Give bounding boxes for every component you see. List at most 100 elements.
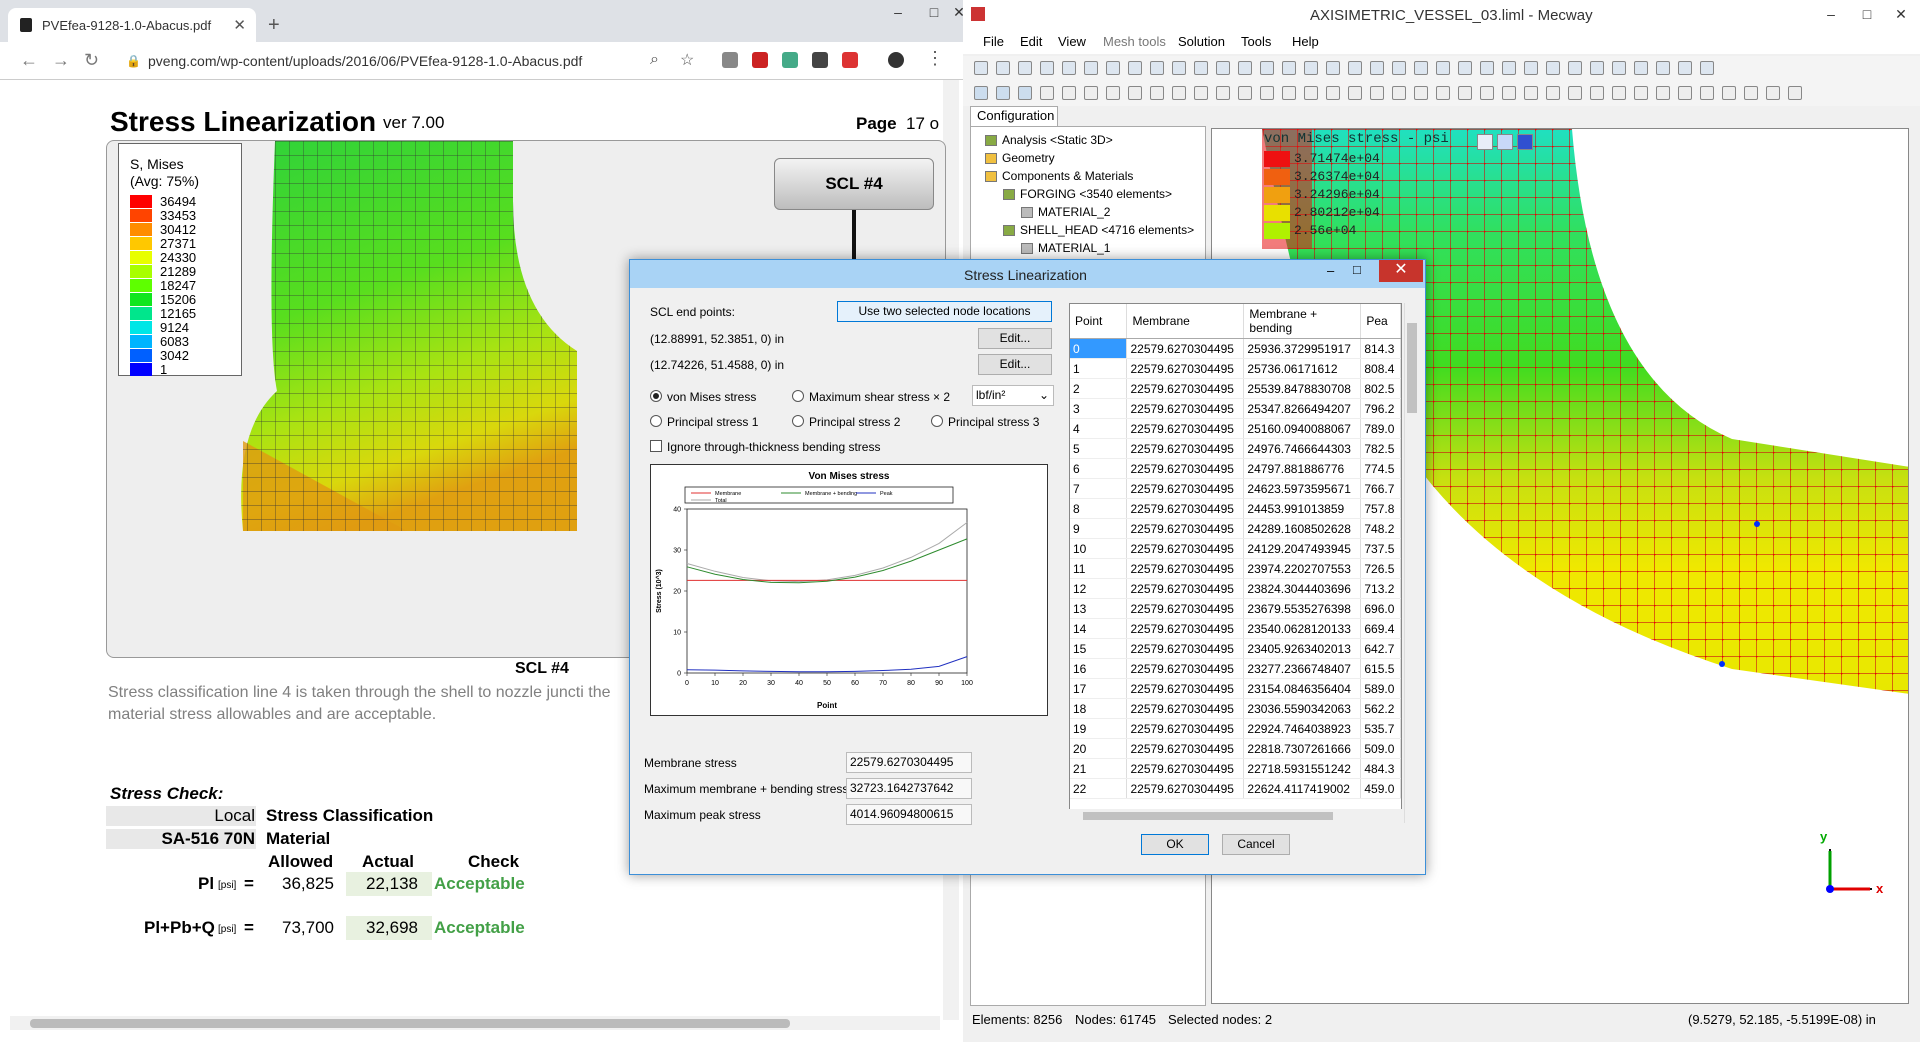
toolbar-tool-icon[interactable]: [1414, 61, 1428, 75]
toolbar-tool-icon[interactable]: [1282, 61, 1296, 75]
grid-cell[interactable]: 24797.881886776: [1243, 458, 1362, 479]
grid-cell[interactable]: 21: [1070, 758, 1128, 779]
toolbar-select-icon[interactable]: [1260, 86, 1274, 100]
dialog-maximize-button[interactable]: □: [1353, 262, 1361, 277]
grid-cell[interactable]: 22579.6270304495: [1126, 498, 1245, 519]
back-arrow-icon[interactable]: ←: [20, 50, 38, 71]
toolbar-select-icon[interactable]: [1128, 86, 1142, 100]
grid-column-header[interactable]: Membrane + bending: [1243, 304, 1362, 339]
grid-cell[interactable]: 11: [1070, 558, 1128, 579]
grid-cell[interactable]: 23974.2202707553: [1243, 558, 1362, 579]
toolbar-select-icon[interactable]: [1678, 86, 1692, 100]
toolbar-select-icon[interactable]: [1348, 86, 1362, 100]
toolbar-select-icon[interactable]: [1634, 86, 1648, 100]
toolbar-tool-icon[interactable]: [1326, 61, 1340, 75]
grid-cell[interactable]: 24453.991013859: [1243, 498, 1362, 519]
toolbar-select-icon[interactable]: [974, 86, 988, 100]
grid-cell[interactable]: 14: [1070, 618, 1128, 639]
gmail-icon[interactable]: [842, 52, 858, 68]
grid-cell[interactable]: 22579.6270304495: [1126, 478, 1245, 499]
reload-icon[interactable]: ↻: [84, 50, 99, 71]
grid-cell[interactable]: 24129.2047493945: [1243, 538, 1362, 559]
grid-cell[interactable]: 25347.8266494207: [1243, 398, 1362, 419]
edit-point-1-button[interactable]: Edit...: [978, 328, 1052, 349]
grid-cell[interactable]: 4: [1070, 418, 1128, 439]
menu-item-file[interactable]: File: [983, 34, 1004, 49]
tree-item[interactable]: Analysis <Static 3D>: [1002, 133, 1113, 147]
grid-cell[interactable]: 802.5: [1360, 378, 1401, 399]
toolbar-tool-icon[interactable]: [1106, 61, 1120, 75]
grid-cell[interactable]: 713.2: [1360, 578, 1401, 599]
toolbar-select-icon[interactable]: [1194, 86, 1208, 100]
grid-cell[interactable]: 796.2: [1360, 398, 1401, 419]
grid-cell[interactable]: 22818.7307261666: [1243, 738, 1362, 759]
grid-cell[interactable]: 808.4: [1360, 358, 1401, 379]
dialog-close-button[interactable]: ✕: [1379, 260, 1423, 282]
grid-cell[interactable]: 757.8: [1360, 498, 1401, 519]
table-row[interactable]: 20 22579.6270304495 22818.7307261666 509.0: [1070, 738, 1401, 759]
grid-cell[interactable]: 766.7: [1360, 478, 1401, 499]
radio-principal-2[interactable]: [792, 415, 804, 427]
grid-cell[interactable]: 22579.6270304495: [1126, 698, 1245, 719]
menu-item-edit[interactable]: Edit: [1020, 34, 1042, 49]
edit-point-2-button[interactable]: Edit...: [978, 354, 1052, 375]
toolbar-tool-icon[interactable]: [1480, 61, 1494, 75]
toolbar-select-icon[interactable]: [1326, 86, 1340, 100]
grid-cell[interactable]: 23824.3044403696: [1243, 578, 1362, 599]
table-row[interactable]: 12 22579.6270304495 23824.3044403696 713.2: [1070, 578, 1401, 599]
table-row[interactable]: 2 22579.6270304495 25539.8478830708 802.5: [1070, 378, 1401, 399]
grid-cell[interactable]: 24623.5973595671: [1243, 478, 1362, 499]
toolbar-tool-icon[interactable]: [1150, 61, 1164, 75]
grid-cell[interactable]: 22579.6270304495: [1126, 638, 1245, 659]
toolbar-select-icon[interactable]: [1722, 86, 1736, 100]
grid-cell[interactable]: 25936.3729951917: [1243, 338, 1362, 359]
grid-cell[interactable]: 25736.06171612: [1243, 358, 1362, 379]
mecway-minimize-button[interactable]: –: [1813, 2, 1849, 26]
toolbar-tool-icon[interactable]: [1238, 61, 1252, 75]
radio-principal-3[interactable]: [931, 415, 943, 427]
menu-item-tools[interactable]: Tools: [1241, 34, 1271, 49]
avatar[interactable]: [888, 52, 904, 68]
grid-cell[interactable]: 19: [1070, 718, 1128, 739]
results-grid[interactable]: Point Membrane Membrane + bending Pea 0 2257…: [1069, 303, 1402, 823]
tree-item[interactable]: MATERIAL_2: [1038, 205, 1110, 219]
table-row[interactable]: 17 22579.6270304495 23154.0846356404 589.0: [1070, 678, 1401, 699]
radio-principal-1[interactable]: [650, 415, 662, 427]
extension-icon[interactable]: [722, 52, 738, 68]
table-row[interactable]: 8 22579.6270304495 24453.991013859 757.8: [1070, 498, 1401, 519]
toolbar-tool-icon[interactable]: [1612, 61, 1626, 75]
grid-cell[interactable]: 814.3: [1360, 338, 1401, 359]
dialog-minimize-button[interactable]: –: [1327, 263, 1334, 278]
grid-cell[interactable]: 22579.6270304495: [1126, 618, 1245, 639]
unit-select[interactable]: lbf/in² ⌄: [972, 385, 1054, 406]
grid-cell[interactable]: 6: [1070, 458, 1128, 479]
grid-cell[interactable]: 642.7: [1360, 638, 1401, 659]
toolbar-tool-icon[interactable]: [1304, 61, 1318, 75]
table-row[interactable]: 13 22579.6270304495 23679.5535276398 696.0: [1070, 598, 1401, 619]
grid-cell[interactable]: 23036.5590342063: [1243, 698, 1362, 719]
toolbar-tool-icon[interactable]: [1018, 61, 1032, 75]
grid-cell[interactable]: 22579.6270304495: [1126, 598, 1245, 619]
grid-cell[interactable]: 615.5: [1360, 658, 1401, 679]
grid-cell[interactable]: 3: [1070, 398, 1128, 419]
toolbar-tool-icon[interactable]: [1062, 61, 1076, 75]
toolbar-select-icon[interactable]: [1612, 86, 1626, 100]
toolbar-select-icon[interactable]: [1524, 86, 1538, 100]
menu-item-mesh-tools[interactable]: Mesh tools: [1103, 34, 1166, 49]
grid-cell[interactable]: 22579.6270304495: [1126, 338, 1245, 359]
toolbar-select-icon[interactable]: [1546, 86, 1560, 100]
toolbar-tool-icon[interactable]: [1678, 61, 1692, 75]
grid-cell[interactable]: 22924.7464038923: [1243, 718, 1362, 739]
radio-von-mises[interactable]: [650, 390, 662, 402]
view-cube-icon[interactable]: [1477, 134, 1493, 150]
toolbar-tool-icon[interactable]: [1656, 61, 1670, 75]
radio-principal-1-label[interactable]: Principal stress 1: [667, 415, 758, 429]
extension-shield-icon[interactable]: [812, 52, 828, 68]
url-field[interactable]: pveng.com/wp-content/uploads/2016/06/PVE…: [148, 48, 708, 74]
grid-cell[interactable]: 1: [1070, 358, 1128, 379]
table-row[interactable]: 22 22579.6270304495 22624.4117419002 459.0: [1070, 778, 1401, 799]
table-row[interactable]: 3 22579.6270304495 25347.8266494207 796.2: [1070, 398, 1401, 419]
tree-item[interactable]: Geometry: [1002, 151, 1055, 165]
ok-button[interactable]: OK: [1141, 834, 1209, 855]
grid-cell[interactable]: 22579.6270304495: [1126, 738, 1245, 759]
